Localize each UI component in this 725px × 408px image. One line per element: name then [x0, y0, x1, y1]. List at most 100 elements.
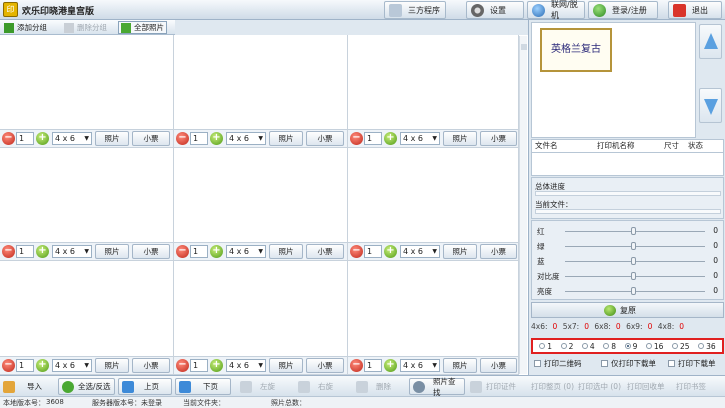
settings-button[interactable]: 设置 — [466, 1, 524, 19]
third-party-button[interactable]: 三方程序 — [384, 1, 446, 19]
layout-option-9[interactable]: 9 — [624, 342, 637, 351]
photo-button[interactable]: 照片 — [269, 358, 303, 373]
print-selected-button[interactable]: 打印选中 (0) — [578, 378, 621, 395]
ticket-button[interactable]: 小票 — [480, 358, 517, 373]
adjust-blue[interactable]: 蓝 0 — [535, 256, 721, 267]
slider-knob[interactable] — [631, 242, 636, 250]
layout-option-2[interactable]: 2 — [560, 342, 573, 351]
ticket-button[interactable]: 小票 — [306, 358, 344, 373]
minus-icon[interactable]: − — [350, 132, 363, 145]
size-select[interactable]: 4 x 6 ▼ — [400, 245, 440, 258]
size-select[interactable]: 4 x 6 ▼ — [52, 359, 92, 372]
adjust-green[interactable]: 绿 0 — [535, 241, 721, 252]
slider-knob[interactable] — [631, 272, 636, 280]
template-thumbnail[interactable]: 英格兰复古 — [540, 28, 612, 72]
scroll-down-button[interactable] — [699, 88, 722, 123]
plus-icon[interactable]: + — [384, 132, 397, 145]
layout-option-1[interactable]: 1 — [539, 342, 552, 351]
delete-button[interactable]: 删除 — [356, 378, 391, 395]
minus-icon[interactable]: − — [176, 245, 189, 258]
photo-button[interactable]: 照片 — [443, 244, 477, 259]
photo-button[interactable]: 照片 — [269, 131, 303, 146]
print-qrcode-checkbox[interactable]: 打印二维码 — [534, 358, 582, 369]
print-bookmark-button[interactable]: 打印书签 — [676, 378, 706, 395]
layout-option-36[interactable]: 36 — [698, 342, 716, 351]
minus-icon[interactable]: − — [350, 245, 363, 258]
quantity-field[interactable]: 1 — [364, 132, 382, 145]
layout-option-16[interactable]: 16 — [645, 342, 663, 351]
slider-knob[interactable] — [631, 287, 636, 295]
size-select[interactable]: 4 x 6 ▼ — [400, 132, 440, 145]
photo-cell[interactable]: − 1 + 4 x 6 ▼ 照片 小票 — [174, 148, 348, 261]
slider-knob[interactable] — [631, 257, 636, 265]
rotate-left-button[interactable]: 左旋 — [240, 378, 275, 395]
slider-knob[interactable] — [631, 227, 636, 235]
photo-cell[interactable]: − 1 + 4 x 6 ▼ 照片 小票 — [174, 35, 348, 148]
ticket-button[interactable]: 小票 — [306, 244, 344, 259]
add-group-button[interactable]: 添加分组 — [2, 21, 49, 34]
print-cert-button[interactable]: 打印证件 — [470, 378, 516, 395]
photo-button[interactable]: 照片 — [95, 358, 129, 373]
prev-page-button[interactable]: 上页 — [118, 378, 172, 395]
scroll-up-button[interactable] — [699, 24, 722, 59]
login-button[interactable]: 登录/注册 — [588, 1, 658, 19]
photo-cell[interactable]: − 1 + 4 x 6 ▼ 照片 小票 — [0, 261, 174, 375]
quantity-field[interactable]: 1 — [364, 245, 382, 258]
photo-button[interactable]: 照片 — [443, 131, 477, 146]
photo-cell[interactable]: − 1 + 4 x 6 ▼ 照片 小票 — [0, 148, 174, 261]
rotate-right-button[interactable]: 右旋 — [298, 378, 333, 395]
plus-icon[interactable]: + — [36, 245, 49, 258]
size-select[interactable]: 4 x 6 ▼ — [52, 132, 92, 145]
minus-icon[interactable]: − — [2, 359, 15, 372]
plus-icon[interactable]: + — [210, 132, 223, 145]
next-page-button[interactable]: 下页 — [175, 378, 231, 395]
minus-icon[interactable]: − — [176, 132, 189, 145]
plus-icon[interactable]: + — [36, 359, 49, 372]
size-select[interactable]: 4 x 6 ▼ — [226, 359, 266, 372]
photo-search-button[interactable]: 照片查找 — [409, 377, 465, 397]
minus-icon[interactable]: − — [2, 132, 15, 145]
ticket-button[interactable]: 小票 — [132, 358, 170, 373]
print-receipt-button[interactable]: 打印回收单 — [627, 378, 665, 395]
adjust-red[interactable]: 红 0 — [535, 226, 721, 237]
all-photos-button[interactable]: 全部照片 — [118, 21, 167, 34]
plus-icon[interactable]: + — [384, 359, 397, 372]
network-button[interactable]: 联网/脱机 — [527, 0, 585, 20]
ticket-button[interactable]: 小票 — [480, 131, 517, 146]
ticket-button[interactable]: 小票 — [132, 131, 170, 146]
minus-icon[interactable]: − — [2, 245, 15, 258]
print-download-checkbox[interactable]: 打印下载单 — [668, 358, 716, 369]
photo-button[interactable]: 照片 — [95, 244, 129, 259]
reset-button[interactable]: 复原 — [531, 302, 724, 318]
quantity-field[interactable]: 1 — [16, 359, 34, 372]
select-all-button[interactable]: 全选/反选 — [58, 378, 115, 395]
size-select[interactable]: 4 x 6 ▼ — [400, 359, 440, 372]
ticket-button[interactable]: 小票 — [132, 244, 170, 259]
ticket-button[interactable]: 小票 — [306, 131, 344, 146]
quantity-field[interactable]: 1 — [364, 359, 382, 372]
adjust-brightness[interactable]: 亮度 0 — [535, 286, 721, 297]
exit-button[interactable]: 退出 — [668, 1, 722, 19]
size-select[interactable]: 4 x 6 ▼ — [226, 132, 266, 145]
print-page-button[interactable]: 打印整页 (0) — [531, 378, 574, 395]
quantity-field[interactable]: 1 — [190, 132, 208, 145]
plus-icon[interactable]: + — [384, 245, 397, 258]
minus-icon[interactable]: − — [350, 359, 363, 372]
photo-button[interactable]: 照片 — [269, 244, 303, 259]
photo-cell[interactable]: − 1 + 4 x 6 ▼ 照片 小票 — [348, 261, 519, 375]
photo-button[interactable]: 照片 — [443, 358, 477, 373]
grid-scrollbar[interactable] — [519, 36, 527, 374]
ticket-button[interactable]: 小票 — [480, 244, 517, 259]
plus-icon[interactable]: + — [210, 245, 223, 258]
layout-option-4[interactable]: 4 — [581, 342, 595, 351]
size-select[interactable]: 4 x 6 ▼ — [226, 245, 266, 258]
layout-option-8[interactable]: 8 — [603, 342, 616, 351]
quantity-field[interactable]: 1 — [190, 245, 208, 258]
import-button[interactable]: 导入 — [3, 378, 42, 395]
quantity-field[interactable]: 1 — [190, 359, 208, 372]
size-select[interactable]: 4 x 6 ▼ — [52, 245, 92, 258]
plus-icon[interactable]: + — [36, 132, 49, 145]
plus-icon[interactable]: + — [210, 359, 223, 372]
photo-cell[interactable]: − 1 + 4 x 6 ▼ 照片 小票 — [348, 148, 519, 261]
minus-icon[interactable]: − — [176, 359, 189, 372]
